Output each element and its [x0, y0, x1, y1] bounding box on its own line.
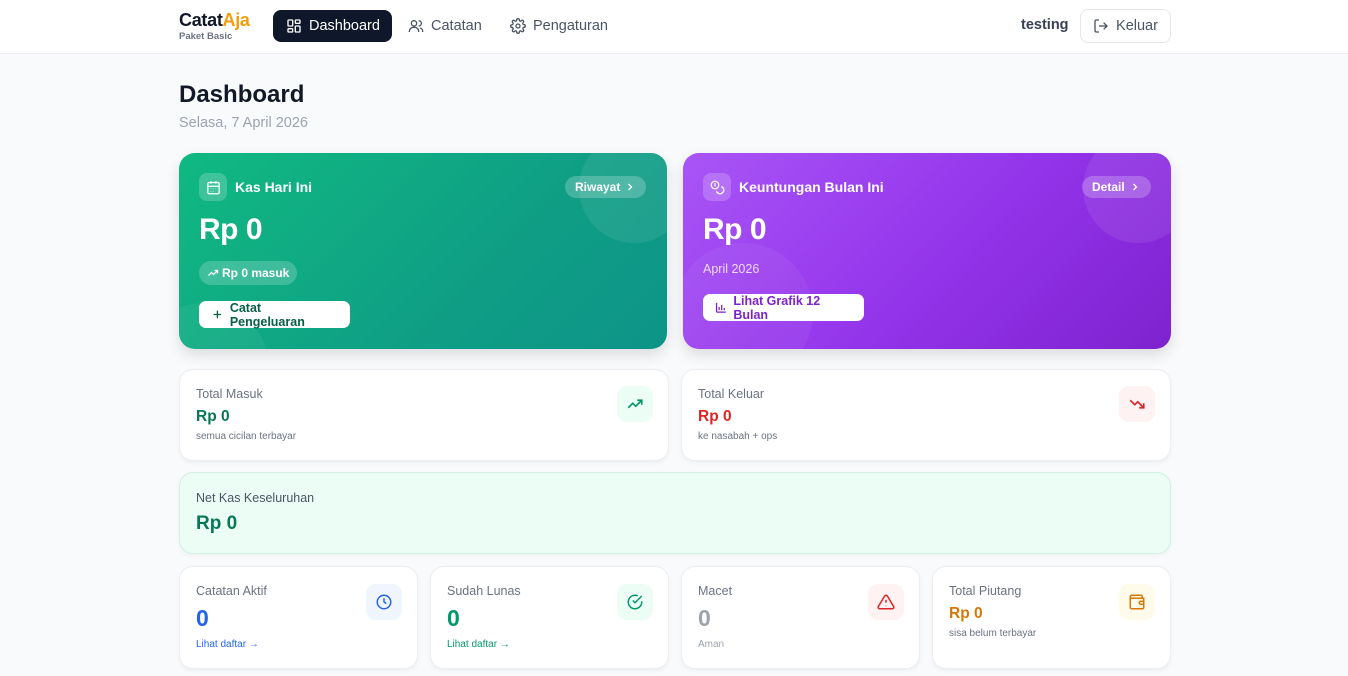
net-kas-label: Net Kas Keseluruhan: [196, 491, 315, 505]
total-masuk-value: Rp 0: [196, 408, 230, 425]
keuntungan-title: Keuntungan Bulan Ini: [739, 179, 884, 195]
chevron-right-icon: [1132, 183, 1138, 191]
total-piutang-value: Rp 0: [949, 605, 983, 622]
nav-catatan[interactable]: Catatan: [408, 10, 482, 42]
kas-title: Kas Hari Ini: [235, 179, 313, 195]
warning-icon-badge: [868, 584, 904, 620]
keuntungan-period: April 2026: [703, 262, 760, 276]
sudah-lunas-value: 0: [447, 605, 460, 631]
lihat-grafik-button[interactable]: Lihat Grafik 12 Bulan: [703, 293, 864, 322]
kas-masuk-label: Rp 0 masuk: [222, 266, 290, 280]
wallet-icon-badge: [1119, 584, 1155, 620]
nav-dashboard-label: Dashboard: [309, 18, 380, 34]
total-masuk-card: Total Masuk Rp 0 semua cicilan terbayar: [179, 369, 669, 461]
logout-icon: [1094, 19, 1108, 33]
total-keluar-label: Total Keluar: [698, 387, 765, 401]
page-date: Selasa, 7 April 2026: [179, 115, 308, 131]
trending-up-icon: [627, 399, 643, 409]
total-piutang-card: Total Piutang Rp 0 sisa belum terbayar: [932, 566, 1171, 669]
nav-pengaturan-label: Pengaturan: [533, 18, 608, 34]
catat-pengeluaran-button[interactable]: Catat Pengeluaran: [199, 300, 350, 329]
total-masuk-label: Total Masuk: [196, 387, 263, 401]
catatan-aktif-link[interactable]: Lihat daftar →: [196, 639, 259, 650]
total-piutang-note: sisa belum terbayar: [949, 628, 1037, 639]
total-keluar-value: Rp 0: [698, 408, 732, 425]
macet-label: Macet: [698, 584, 733, 598]
warning-icon: [877, 594, 895, 610]
kas-masuk-tag: Rp 0 masuk: [199, 261, 298, 285]
catatan-aktif-label: Catatan Aktif: [196, 584, 267, 598]
chevron-right-icon: [628, 183, 633, 191]
bar-chart-icon: [715, 302, 726, 313]
brand-name: CatatAja: [179, 10, 250, 30]
riwayat-link[interactable]: Riwayat: [565, 176, 647, 198]
wallet-icon: [1129, 594, 1145, 610]
calendar-icon-badge: [199, 173, 227, 201]
gear-icon: [510, 18, 526, 34]
macet-value: 0: [698, 605, 711, 631]
sudah-lunas-link[interactable]: Lihat daftar →: [447, 639, 510, 650]
macet-note: Aman: [698, 639, 725, 650]
page-title: Dashboard: [179, 81, 305, 108]
nav-pengaturan[interactable]: Pengaturan: [510, 10, 608, 42]
clock-icon-badge: [366, 584, 402, 620]
kas-hari-ini-card: Kas Hari Ini Riwayat Rp 0 Rp 0 masuk Cat…: [179, 153, 667, 349]
trending-up-icon-badge: [617, 386, 653, 422]
sudah-lunas-label: Sudah Lunas: [447, 584, 521, 598]
macet-card: Macet 0 Aman: [681, 566, 920, 669]
catatan-aktif-value: 0: [196, 605, 209, 631]
detail-label: Detail: [1092, 180, 1125, 194]
decor-circle: [1083, 153, 1171, 243]
total-keluar-note: ke nasabah + ops: [698, 431, 778, 442]
total-masuk-note: semua cicilan terbayar: [196, 431, 297, 442]
calendar-icon: [206, 180, 220, 194]
catatan-aktif-card[interactable]: Catatan Aktif 0 Lihat daftar →: [179, 566, 418, 669]
logout-label: Keluar: [1116, 18, 1158, 34]
check-circle-icon: [627, 594, 643, 610]
catat-pengeluaran-label: Catat Pengeluaran: [229, 300, 305, 329]
plus-icon: [213, 310, 222, 319]
coins-icon-badge: [703, 173, 731, 201]
sudah-lunas-card[interactable]: Sudah Lunas 0 Lihat daftar →: [430, 566, 669, 669]
lihat-grafik-label: Lihat Grafik 12 Bulan: [733, 293, 821, 322]
trending-down-icon-badge: [1119, 386, 1155, 422]
net-kas-card: Net Kas Keseluruhan Rp 0: [179, 472, 1171, 554]
total-keluar-card: Total Keluar Rp 0 ke nasabah + ops: [681, 369, 1171, 461]
logout-button[interactable]: Keluar: [1080, 9, 1171, 43]
detail-link[interactable]: Detail: [1082, 176, 1151, 198]
riwayat-label: Riwayat: [575, 180, 621, 194]
trending-down-icon: [1129, 399, 1145, 409]
users-icon: [408, 20, 424, 32]
coins-icon: [710, 180, 724, 194]
username: testing: [1021, 17, 1069, 33]
trending-up-icon: [208, 269, 219, 276]
nav-catatan-label: Catatan: [431, 18, 482, 34]
keuntungan-card: Keuntungan Bulan Ini Detail Rp 0 April 2…: [683, 153, 1171, 349]
plan-label: Paket Basic: [179, 31, 233, 42]
dashboard-grid-icon: [287, 19, 301, 33]
decor-circle: [579, 153, 667, 243]
nav-dashboard[interactable]: Dashboard: [273, 10, 392, 42]
clock-icon: [376, 594, 392, 610]
brand-logo[interactable]: CatatAja Paket Basic: [179, 10, 250, 43]
kas-value: Rp 0: [199, 213, 263, 246]
total-piutang-label: Total Piutang: [949, 584, 1022, 598]
keuntungan-value: Rp 0: [703, 213, 767, 246]
top-nav: CatatAja Paket Basic Dashboard Catatan P…: [0, 0, 1348, 54]
check-circle-icon-badge: [617, 584, 653, 620]
net-kas-value: Rp 0: [196, 513, 238, 534]
